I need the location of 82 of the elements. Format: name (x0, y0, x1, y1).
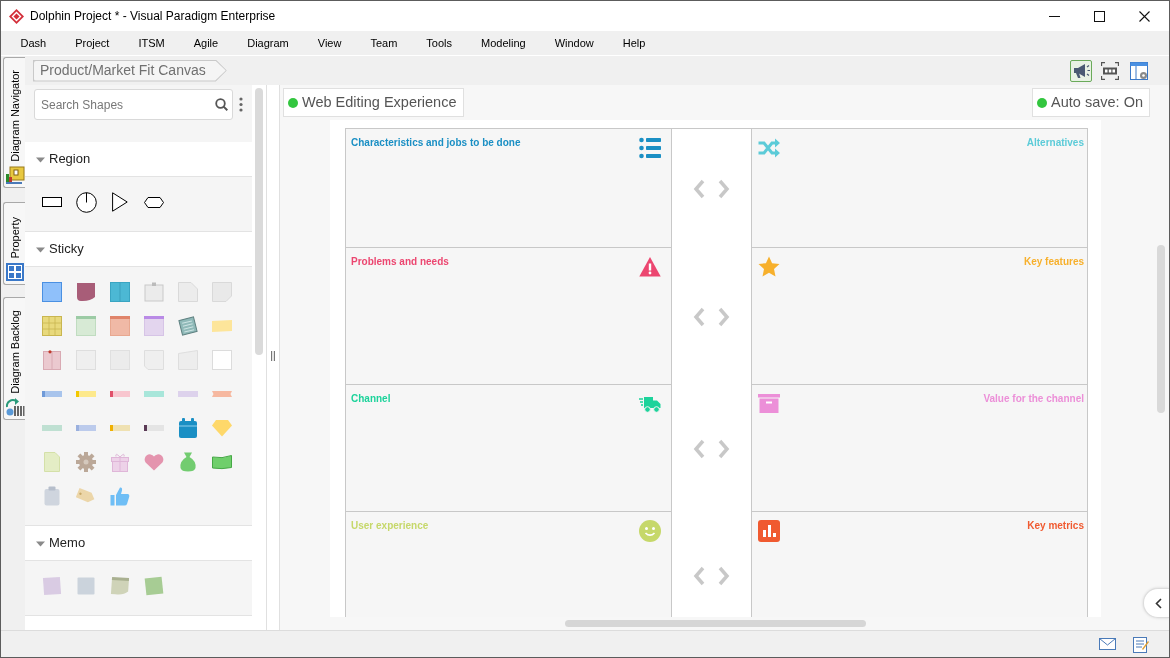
tag-icon[interactable] (76, 487, 96, 505)
chevron-left-icon (693, 178, 705, 199)
toolbar-button[interactable] (1070, 59, 1092, 82)
banknote-icon[interactable] (212, 454, 232, 470)
notepad-icon[interactable] (1133, 635, 1149, 653)
document-icon[interactable] (44, 452, 60, 472)
window-title: Dolphin Project * - Visual Paradigm Enterprise (30, 8, 276, 25)
arrow-bars-icon (4, 397, 25, 417)
scrollbar-thumb[interactable] (565, 620, 866, 627)
mode-badge: Web Editing Experience (283, 88, 464, 117)
sticky-note-icon[interactable] (42, 282, 62, 302)
block-title: Key features (1023, 256, 1084, 268)
memo-note-icon[interactable] (110, 576, 130, 596)
tape-strip-icon[interactable] (144, 425, 164, 431)
close-icon[interactable] (1139, 10, 1150, 22)
circle-icon[interactable] (75, 191, 97, 213)
grip-icon[interactable] (271, 351, 275, 361)
block-title: Channel (351, 393, 391, 405)
clipboard-icon[interactable] (44, 486, 60, 506)
menu-item[interactable]: Tools (411, 34, 467, 52)
block-title: Key metrics (1027, 520, 1084, 532)
menu-item[interactable]: Dash (6, 34, 61, 52)
side-tab[interactable]: Diagram Backlog (3, 297, 25, 420)
diamond-icon[interactable] (212, 419, 232, 437)
menu-item[interactable]: Diagram (232, 34, 304, 52)
menu-item[interactable]: ITSM (123, 34, 180, 52)
triangle-icon[interactable] (112, 192, 128, 212)
menu-item[interactable]: Project (60, 34, 124, 52)
gear-icon[interactable] (76, 452, 96, 472)
menu-item[interactable]: Agile (179, 34, 233, 52)
pinned-note-icon[interactable] (42, 350, 62, 370)
search-icon (215, 98, 228, 111)
menu-item[interactable]: Window (540, 34, 609, 52)
chevron-left-icon (693, 566, 705, 586)
menu-item[interactable]: Modeling (466, 34, 541, 52)
mail-icon[interactable] (1099, 638, 1116, 650)
breadcrumb-item[interactable]: Product/Market Fit Canvas (33, 59, 227, 82)
sticky-note-icon[interactable] (76, 282, 96, 302)
window-icon (1130, 61, 1148, 80)
block-title: Characteristics and jobs to be done (351, 137, 521, 149)
chevron-right-icon (718, 178, 730, 199)
notebook-icon[interactable] (178, 316, 198, 336)
status-dot-icon (288, 97, 298, 108)
menu-item[interactable]: Team (355, 34, 412, 52)
more-options-icon[interactable] (239, 97, 243, 112)
chevron-left-icon (693, 438, 705, 459)
hexagon-icon[interactable] (144, 196, 164, 208)
app-logo-icon (9, 8, 24, 24)
gift-icon[interactable] (110, 452, 130, 472)
pinned-note-icon[interactable] (144, 282, 164, 302)
menu-item[interactable]: View (303, 34, 356, 52)
toolbar-button[interactable] (1099, 59, 1121, 82)
megaphone-icon (1072, 61, 1090, 80)
heart-icon[interactable] (144, 453, 164, 471)
menu-item[interactable]: Help (608, 34, 660, 52)
maximize-icon[interactable] (1094, 10, 1105, 22)
rectangle-icon[interactable] (42, 197, 62, 207)
chevron-right-icon (718, 306, 730, 327)
search-field[interactable]: Search Shapes (34, 89, 233, 120)
sticky-note-icon[interactable] (144, 316, 164, 336)
block-title: User experience (351, 520, 429, 532)
autosave-badge: Auto save: On (1032, 88, 1150, 117)
frame-icon (1101, 61, 1119, 80)
calendar-icon[interactable] (178, 418, 198, 438)
block-title: Alternatives (1026, 137, 1084, 149)
chevron-left-icon (693, 306, 705, 327)
memo-note-icon[interactable] (42, 576, 62, 596)
block-title: Problems and needs (351, 256, 449, 268)
scrollbar-thumb[interactable] (1157, 245, 1165, 413)
scrollbar-thumb[interactable] (255, 88, 263, 355)
chevron-right-icon (718, 566, 730, 586)
side-tab[interactable]: Diagram Navigator (3, 57, 25, 188)
money-bag-icon[interactable] (178, 452, 198, 472)
toolbar-button[interactable] (1128, 59, 1150, 82)
memo-note-icon[interactable] (76, 576, 96, 596)
status-dot-icon (1037, 97, 1048, 108)
chevron-right-icon (718, 438, 730, 459)
block-title: Value for the channel (983, 393, 1084, 405)
chevron-left-icon (1155, 597, 1162, 609)
side-tab[interactable]: Property (3, 202, 25, 285)
memo-note-icon[interactable] (144, 576, 164, 596)
thumbs-up-icon[interactable] (110, 486, 130, 506)
